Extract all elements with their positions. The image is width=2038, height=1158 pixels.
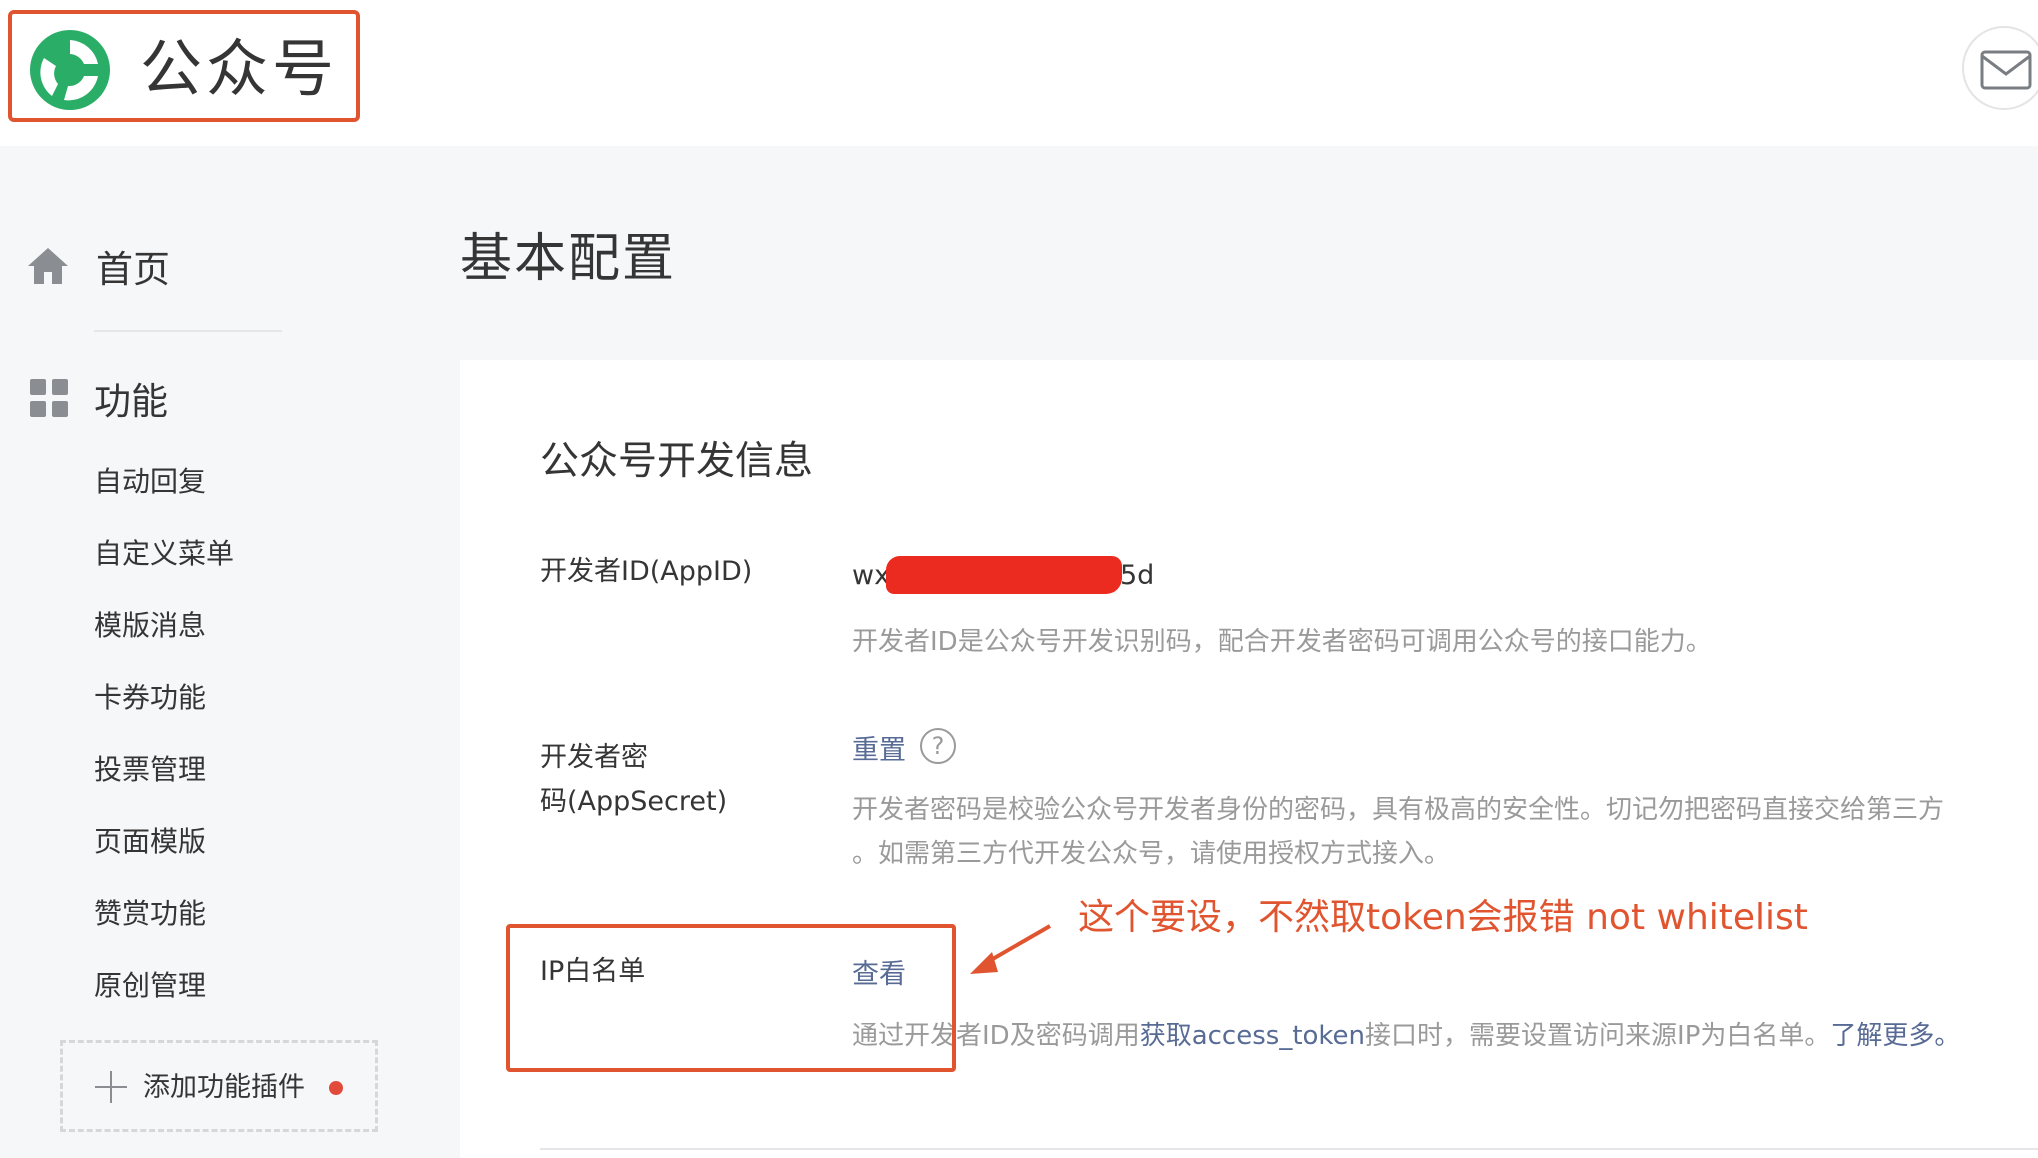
sidebar-item-vote-management[interactable]: 投票管理 (94, 742, 234, 814)
help-icon[interactable]: ? (920, 728, 956, 764)
appid-prefix: wx (852, 560, 891, 591)
add-plugin-button[interactable]: 添加功能插件 (60, 1040, 378, 1132)
reset-link[interactable]: 重置 (852, 728, 906, 767)
appsecret-label-line2: 码(AppSecret) (540, 786, 728, 817)
sidebar-item-page-template[interactable]: 页面模版 (94, 814, 234, 886)
sidebar-item-function[interactable]: 功能 (30, 368, 168, 428)
logo-text: 公众号 (140, 32, 339, 105)
sidebar-item-template-message[interactable]: 模版消息 (94, 598, 234, 670)
appid-label: 开发者ID(AppID) (540, 556, 753, 587)
sidebar-item-card-coupon[interactable]: 卡券功能 (94, 670, 234, 742)
sidebar-divider (94, 330, 282, 332)
learn-more-link[interactable]: 了解更多。 (1830, 1021, 1960, 1051)
mail-button[interactable] (1962, 26, 2038, 110)
sidebar-item-home[interactable]: 首页 (26, 236, 170, 296)
home-icon (28, 248, 68, 284)
redaction-mark (886, 556, 1122, 594)
sidebar-item-reward[interactable]: 赞赏功能 (94, 886, 234, 958)
appid-description: 开发者ID是公众号开发识别码，配合开发者密码可调用公众号的接口能力。 (852, 627, 1712, 657)
notification-dot (329, 1081, 343, 1095)
sidebar-item-auto-reply[interactable]: 自动回复 (94, 454, 234, 526)
section-title: 公众号开发信息 (540, 439, 814, 484)
sidebar-item-function-label: 功能 (94, 380, 168, 423)
ip-whitelist-desc-part2: 接口时，需要设置访问来源IP为白名单。 (1365, 1021, 1831, 1051)
appsecret-label-line1: 开发者密 (540, 742, 648, 773)
add-plugin-label: 添加功能插件 (143, 1072, 305, 1103)
appsecret-description-line1: 开发者密码是校验公众号开发者身份的密码，具有极高的安全性。切记勿把密码直接交给第… (852, 795, 1945, 825)
sidebar-item-original-management[interactable]: 原创管理 (94, 958, 234, 1030)
sidebar-item-custom-menu[interactable]: 自定义菜单 (94, 526, 234, 598)
section-divider (540, 1148, 2038, 1150)
access-token-link[interactable]: 获取access_token (1140, 1021, 1365, 1051)
plus-icon (95, 1071, 127, 1103)
grid-icon (30, 379, 68, 417)
wechat-mp-logo-icon (30, 30, 110, 110)
appid-suffix: 5d (1120, 560, 1155, 591)
appsecret-description-line2: 。如需第三方代开发公众号，请使用授权方式接入。 (852, 839, 1451, 869)
top-header: 公众号 (0, 0, 2038, 146)
ip-whitelist-highlight-box (506, 924, 956, 1072)
mail-icon (1980, 50, 2032, 90)
page-title: 基本配置 (460, 229, 677, 289)
sidebar-item-home-label: 首页 (96, 248, 170, 291)
annotation-arrow-icon (970, 924, 1051, 974)
ip-whitelist-description: 通过开发者ID及密码调用获取access_token接口时，需要设置访问来源IP… (852, 1014, 1960, 1058)
logo-highlight-box[interactable]: 公众号 (8, 10, 360, 122)
annotation-text: 这个要设，不然取token会报错 not whitelist (1078, 897, 1808, 938)
sidebar-submenu: 自动回复 自定义菜单 模版消息 卡券功能 投票管理 页面模版 赞赏功能 原创管理 (94, 454, 234, 1030)
